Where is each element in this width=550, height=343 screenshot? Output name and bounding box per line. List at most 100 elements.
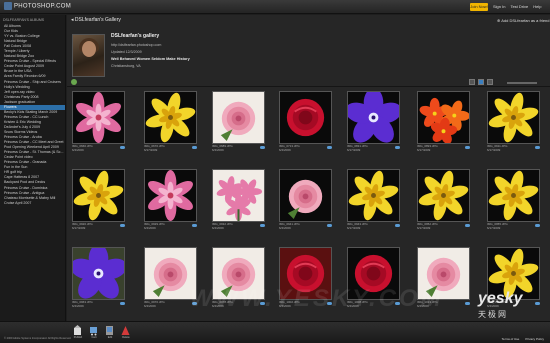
publish-button[interactable]: Publish [71,336,85,339]
photo-date: 6/4/2009 [212,225,224,230]
photo-meta: IMG_0831.JPG 6/17/2009 [347,144,400,152]
comment-bubble-icon[interactable] [260,146,265,149]
comment-bubble-icon[interactable] [327,224,332,227]
flower-photo-icon [348,92,399,143]
photo-thumbnail[interactable] [212,169,265,222]
profile-url[interactable]: http://dslfearfan.photoshop.com [111,43,190,47]
comment-bubble-icon[interactable] [120,224,125,227]
photo-tile[interactable]: IMG_0911.JPG 6/17/2009 [487,91,540,152]
terms-link[interactable]: Terms of Use [502,337,520,341]
album-item[interactable]: Cruise April 2007 [0,201,65,206]
photo-tile[interactable]: IMG_0932.JPG 6/4/2009 [212,169,265,230]
photo-thumbnail[interactable] [212,91,265,144]
add-friend-button[interactable]: ⊕ Add DSLfearfan as a friend [497,18,550,23]
flower-photo-icon [73,248,124,299]
photo-thumbnail[interactable] [347,169,400,222]
photo-thumbnail[interactable] [487,169,540,222]
test-drive-link[interactable]: Test Drive [510,4,528,9]
yesky-brand-cn: 天极网 [478,310,508,319]
album-item[interactable]: Princess Cruise - Ship and Cruisers [0,80,65,85]
cart-button[interactable]: Cart [87,336,101,339]
photo-thumbnail[interactable] [279,91,332,144]
edit-icon[interactable] [105,325,114,336]
photo-thumbnail[interactable] [417,169,470,222]
photoshop-logo[interactable]: PHOTOSHOP.COM [4,2,71,10]
flower-photo-icon [152,257,188,298]
photo-date: 6/17/2009 [487,147,501,152]
photo-date: 6/17/2009 [487,225,501,230]
photo-date: 6/4/2009 [72,303,84,308]
photo-thumbnail[interactable] [279,169,332,222]
list-view-icon[interactable] [469,79,475,85]
photo-thumbnail[interactable] [487,91,540,144]
publish-icon[interactable] [73,325,82,336]
grid-view-icon[interactable] [478,79,484,85]
help-link[interactable]: Help [533,4,541,9]
photo-tile[interactable]: IMG_0920.JPG 6/17/2009 [72,169,125,230]
photo-tile[interactable]: IMG_0660.JPG 6/4/2009 [72,91,125,152]
photo-meta: IMG_0943.JPG 6/17/2009 [347,222,400,230]
edit-button[interactable]: Edit [103,336,117,339]
comment-bubble-icon[interactable] [395,146,400,149]
comment-bubble-icon[interactable] [120,146,125,149]
sign-in-link[interactable]: Sign In [493,4,505,9]
photo-thumbnail[interactable] [347,91,400,144]
delete-icon[interactable] [121,325,130,336]
refresh-icon[interactable] [71,79,77,85]
comment-bubble-icon[interactable] [327,146,332,149]
album-item[interactable]: Chateau Morrisette & Mabry Mill [0,196,65,201]
photo-thumbnail[interactable] [417,91,470,144]
photo-date: 6/4/2009 [72,147,84,152]
photo-tile[interactable]: IMG_0929.JPG 6/4/2009 [144,169,197,230]
profile-tagline: Well Behaved Women Seldom Make History [111,57,190,61]
photo-tile[interactable]: IMG_0893.JPG 6/17/2009 [417,91,470,152]
photo-meta: IMG_0920.JPG 6/17/2009 [72,222,125,230]
comment-bubble-icon[interactable] [465,302,470,305]
photo-meta: IMG_0660.JPG 6/4/2009 [72,144,125,152]
view-toggle [469,79,493,85]
flower-photo-icon [76,92,121,143]
comment-bubble-icon[interactable] [120,302,125,305]
comment-bubble-icon[interactable] [192,224,197,227]
photo-tile[interactable]: IMG_0943.JPG 6/17/2009 [347,169,400,230]
copyright-text: © 2009 Adobe Systems Incorporated. All R… [4,337,72,340]
comment-bubble-icon[interactable] [535,224,540,227]
profile-avatar[interactable] [72,34,105,77]
thumbnail-size-slider[interactable] [507,82,537,84]
slideshow-icon[interactable] [487,79,493,85]
comment-bubble-icon[interactable] [395,224,400,227]
sidebar-heading: DSLfearfan's Albums [3,18,45,22]
photo-tile[interactable]: IMG_0670.JPG 6/17/2009 [144,91,197,152]
photo-meta: IMG_0689.JPG 6/4/2009 [212,144,265,152]
photo-tile[interactable]: IMG_0952.JPG 6/17/2009 [417,169,470,230]
comment-bubble-icon[interactable] [192,146,197,149]
photo-thumbnail[interactable] [72,91,125,144]
delete-button[interactable]: Delete [119,336,133,339]
photo-tile[interactable]: IMG_0941.JPG 6/4/2009 [279,169,332,230]
comment-bubble-icon[interactable] [465,146,470,149]
photo-tile[interactable]: IMG_0831.JPG 6/17/2009 [347,91,400,152]
album-sidebar: DSLfearfan's Albums All Albums Our Kids YY… [0,15,66,321]
photo-tile[interactable]: IMG_0955.JPG 6/17/2009 [487,169,540,230]
photo-meta: IMG_0713.JPG 6/4/2009 [279,144,332,152]
photo-thumbnail[interactable] [72,169,125,222]
comment-bubble-icon[interactable] [260,224,265,227]
photo-thumbnail[interactable] [144,169,197,222]
photo-tile[interactable]: IMG_0713.JPG 6/4/2009 [279,91,332,152]
photo-date: 6/17/2009 [417,225,431,230]
watermark-text: WWW.YESKY.COM [190,285,444,312]
photo-date: 6/17/2009 [72,225,86,230]
comment-bubble-icon[interactable] [535,302,540,305]
photo-tile[interactable]: IMG_0689.JPG 6/4/2009 [212,91,265,152]
comment-bubble-icon[interactable] [465,224,470,227]
photo-thumbnail[interactable] [144,91,197,144]
comment-bubble-icon[interactable] [535,146,540,149]
privacy-link[interactable]: Privacy Policy [525,337,544,341]
photo-tile[interactable]: IMG_0963.JPG 6/4/2009 [72,247,125,308]
flower-photo-icon [488,170,539,221]
photo-date: 6/4/2009 [212,147,224,152]
photo-meta: IMG_0952.JPG 6/17/2009 [417,222,470,230]
cart-icon[interactable] [89,325,98,336]
join-now-button[interactable]: Join Now! [470,3,488,11]
photo-thumbnail[interactable] [72,247,125,300]
